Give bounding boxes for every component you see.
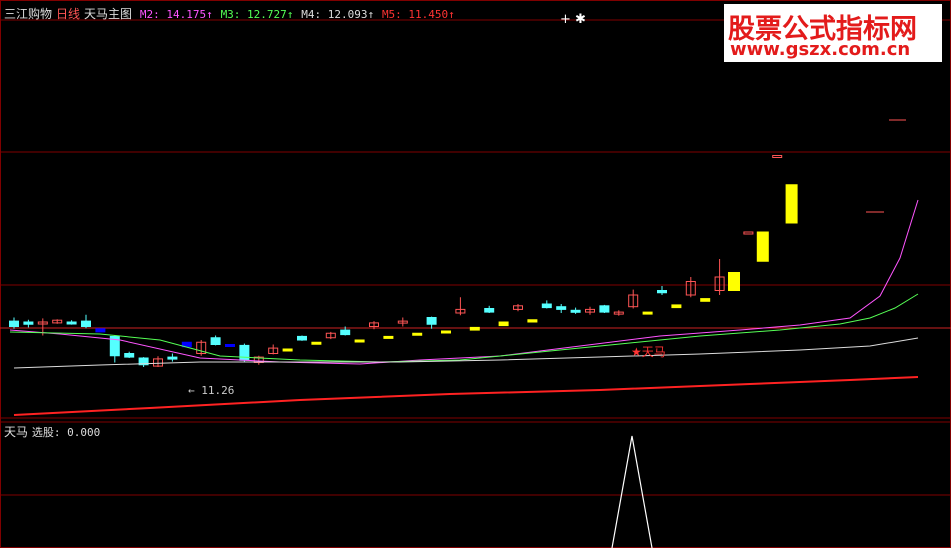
candle-body xyxy=(671,304,682,309)
candle-body xyxy=(167,356,178,360)
candle-body xyxy=(441,330,451,334)
ma3-value: M3: 12.727↑ xyxy=(220,8,294,21)
sub-panel-header: 天马 选股: 0.000 xyxy=(4,423,100,440)
sub-panel-title[interactable]: 天马 xyxy=(4,425,28,439)
candle-body xyxy=(210,337,221,345)
candle-body xyxy=(700,298,711,302)
candle-body xyxy=(556,306,567,310)
candle-body xyxy=(426,317,437,325)
candle-body xyxy=(225,344,235,347)
candle-body xyxy=(412,332,423,336)
ma5-line xyxy=(13,376,919,416)
stock-name[interactable]: 三江购物 xyxy=(4,7,52,21)
candle-body xyxy=(354,339,365,343)
candle-body xyxy=(311,341,322,345)
candle-body xyxy=(81,320,91,328)
candle-body xyxy=(9,320,19,328)
watermark-logo: 股票公式指标网 www.gszx.com.cn xyxy=(724,4,942,62)
sub-panel-value: 选股: 0.000 xyxy=(31,426,101,439)
candle-body xyxy=(728,272,740,291)
kline-chart[interactable] xyxy=(0,0,951,548)
candle-body xyxy=(785,184,798,224)
candle-body xyxy=(340,329,351,336)
candle-body xyxy=(469,326,480,331)
candle-body xyxy=(23,321,34,325)
ma2-line xyxy=(9,199,919,365)
ma4-line xyxy=(13,337,919,369)
signal-label: ★天马 xyxy=(631,345,666,359)
low-price-label: ← 11.26 xyxy=(188,384,235,397)
candle-body xyxy=(484,308,495,313)
candle-body xyxy=(66,321,77,325)
period-label[interactable]: 日线 xyxy=(56,7,80,21)
candle-body xyxy=(282,348,293,352)
candle-body xyxy=(498,321,509,327)
candle-body xyxy=(95,328,106,333)
candle-body xyxy=(297,335,307,341)
candle-body xyxy=(124,353,135,358)
candle-body xyxy=(599,305,610,313)
top-marks: + ✱ xyxy=(560,12,586,27)
ma2-value: M2: 14.175↑ xyxy=(139,8,213,21)
watermark-url: www.gszx.com.cn xyxy=(730,39,911,60)
candle-body xyxy=(383,335,394,339)
chart-frame xyxy=(0,0,951,548)
chart-header: 三江购物 日线 天马主图 M2: 14.175↑ M3: 12.727↑ M4: 1… xyxy=(4,5,459,22)
candle-body xyxy=(570,309,581,313)
candle-body xyxy=(772,155,783,158)
ma5-value: M5: 11.450↑ xyxy=(381,8,455,21)
candle-body xyxy=(756,231,769,262)
indicator-name[interactable]: 天马主图 xyxy=(84,7,132,21)
candle-body xyxy=(642,311,653,315)
candle-body xyxy=(541,303,552,309)
candle-body xyxy=(743,231,754,235)
ma4-value: M4: 12.093↑ xyxy=(301,8,375,21)
candle-body xyxy=(657,290,667,294)
signal-spike xyxy=(611,435,653,548)
candle-body xyxy=(239,344,250,361)
candle-body xyxy=(527,319,538,323)
